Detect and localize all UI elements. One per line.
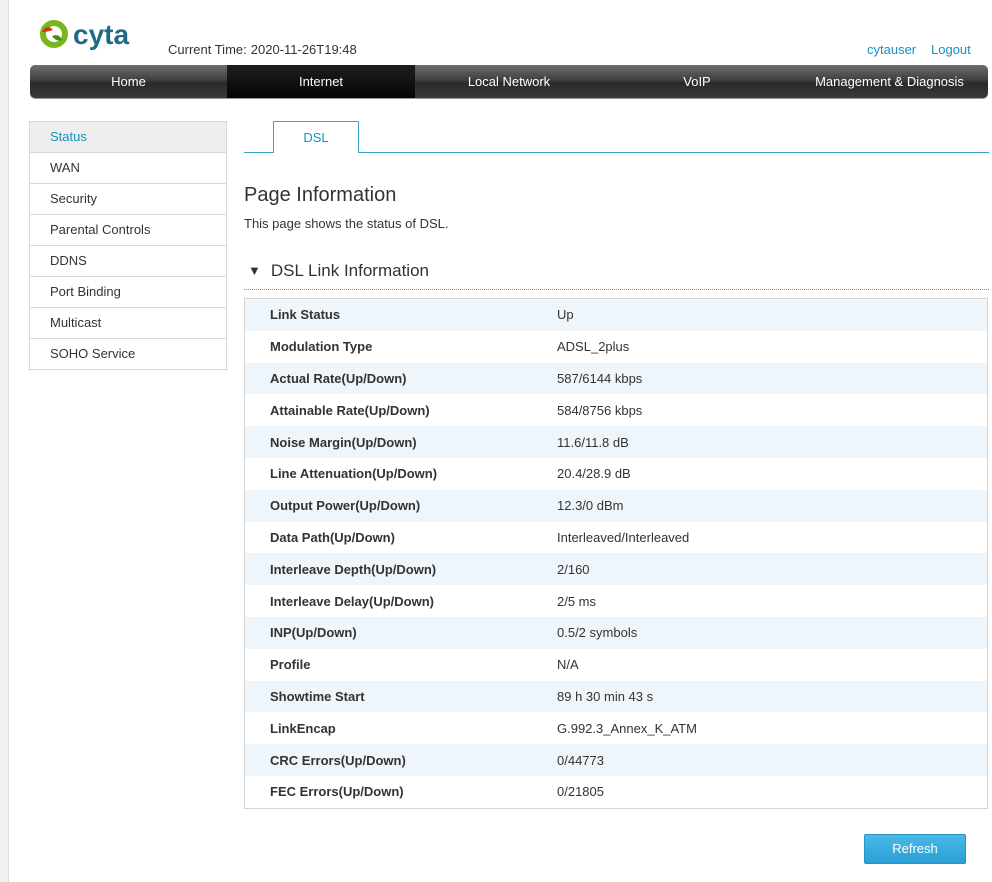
- row-value: Interleaved/Interleaved: [557, 521, 988, 554]
- nav-voip[interactable]: VoIP: [603, 65, 791, 98]
- sidebar-item-soho-service[interactable]: SOHO Service: [30, 339, 226, 369]
- row-label: CRC Errors(Up/Down): [244, 744, 557, 776]
- table-row: Modulation Type ADSL_2plus: [244, 330, 988, 363]
- table-row: LinkEncap G.992.3_Annex_K_ATM: [244, 712, 988, 745]
- table-row: INP(Up/Down) 0.5/2 symbols: [244, 616, 988, 649]
- collapse-triangle-icon: ▼: [248, 263, 261, 278]
- page-title: Page Information: [244, 184, 397, 206]
- table-row: Profile N/A: [244, 648, 988, 681]
- row-label: Actual Rate(Up/Down): [244, 362, 557, 395]
- row-label: LinkEncap: [244, 712, 557, 745]
- username-link[interactable]: cytauser: [867, 42, 916, 57]
- row-value: 2/5 ms: [557, 585, 988, 617]
- row-label: Attainable Rate(Up/Down): [244, 394, 557, 427]
- row-value: G.992.3_Annex_K_ATM: [557, 712, 988, 745]
- row-value: ADSL_2plus: [557, 330, 988, 363]
- row-value: 2/160: [557, 553, 988, 586]
- table-row: Line Attenuation(Up/Down) 20.4/28.9 dB: [244, 457, 988, 490]
- logout-link[interactable]: Logout: [931, 42, 971, 57]
- row-value: 11.6/11.8 dB: [557, 426, 988, 458]
- nav-local-network[interactable]: Local Network: [415, 65, 603, 98]
- nav-management-diagnosis[interactable]: Management & Diagnosis: [791, 65, 988, 98]
- sidebar-item-multicast[interactable]: Multicast: [30, 308, 226, 339]
- row-value: 89 h 30 min 43 s: [557, 680, 988, 713]
- sidebar-item-ddns[interactable]: DDNS: [30, 246, 226, 277]
- section-header-dsl-link[interactable]: ▼ DSL Link Information: [244, 261, 429, 281]
- main-nav: Home Internet Local Network VoIP Managem…: [30, 65, 988, 98]
- tab-dsl[interactable]: DSL: [273, 121, 359, 153]
- row-value: 587/6144 kbps: [557, 362, 988, 395]
- current-time-value: 2020-11-26T19:48: [250, 42, 357, 57]
- table-row: FEC Errors(Up/Down) 0/21805: [244, 775, 988, 809]
- table-row: Interleave Depth(Up/Down) 2/160: [244, 553, 988, 586]
- row-value: 0.5/2 symbols: [557, 616, 988, 649]
- table-row: Noise Margin(Up/Down) 11.6/11.8 dB: [244, 426, 988, 458]
- table-row: Showtime Start 89 h 30 min 43 s: [244, 680, 988, 713]
- row-value: Up: [557, 298, 988, 331]
- page-description: This page shows the status of DSL.: [244, 216, 449, 231]
- row-label: Data Path(Up/Down): [244, 521, 557, 554]
- row-label: FEC Errors(Up/Down): [244, 775, 557, 809]
- section-title: DSL Link Information: [270, 261, 429, 280]
- row-label: Profile: [244, 648, 557, 681]
- row-value: N/A: [557, 648, 988, 681]
- row-label: Output Power(Up/Down): [244, 489, 557, 522]
- sidebar-item-port-binding[interactable]: Port Binding: [30, 277, 226, 308]
- row-value: 12.3/0 dBm: [557, 489, 988, 522]
- row-label: Line Attenuation(Up/Down): [244, 457, 557, 490]
- row-label: Showtime Start: [244, 680, 557, 713]
- row-label: INP(Up/Down): [244, 616, 557, 649]
- sidebar-item-security[interactable]: Security: [30, 184, 226, 215]
- table-row: Data Path(Up/Down) Interleaved/Interleave…: [244, 521, 988, 554]
- row-value: 0/44773: [557, 744, 988, 776]
- tab-cover: [274, 152, 357, 153]
- table-row: Output Power(Up/Down) 12.3/0 dBm: [244, 489, 988, 522]
- table-row: Actual Rate(Up/Down) 587/6144 kbps: [244, 362, 988, 395]
- row-label: Modulation Type: [244, 330, 557, 363]
- nav-home[interactable]: Home: [30, 65, 227, 98]
- row-label: Interleave Depth(Up/Down): [244, 553, 557, 586]
- row-value: 0/21805: [557, 775, 988, 809]
- sidebar-item-status[interactable]: Status: [30, 122, 226, 153]
- sidebar-item-parental-controls[interactable]: Parental Controls: [30, 215, 226, 246]
- row-value: 584/8756 kbps: [557, 394, 988, 427]
- dsl-info-table: Link Status Up Modulation Type ADSL_2plus …: [244, 298, 988, 809]
- nav-internet[interactable]: Internet: [227, 65, 415, 98]
- logo-wordmark: cyta: [73, 19, 129, 50]
- current-time-label: Current Time:: [168, 42, 247, 57]
- sidebar-item-wan[interactable]: WAN: [30, 153, 226, 184]
- table-row: Attainable Rate(Up/Down) 584/8756 kbps: [244, 394, 988, 427]
- current-time: Current Time: 2020-11-26T19:48: [168, 42, 357, 57]
- row-label: Link Status: [244, 298, 557, 331]
- table-row: Interleave Delay(Up/Down) 2/5 ms: [244, 585, 988, 617]
- section-divider: [244, 289, 989, 290]
- cyta-logo: cyta: [36, 16, 156, 52]
- page-left-border: [0, 0, 9, 882]
- table-row: Link Status Up: [244, 298, 988, 331]
- sidebar: Status WAN Security Parental Controls DD…: [29, 121, 227, 370]
- refresh-button[interactable]: Refresh: [864, 834, 966, 864]
- table-row: CRC Errors(Up/Down) 0/44773: [244, 744, 988, 776]
- row-value: 20.4/28.9 dB: [557, 457, 988, 490]
- row-label: Interleave Delay(Up/Down): [244, 585, 557, 617]
- row-label: Noise Margin(Up/Down): [244, 426, 557, 458]
